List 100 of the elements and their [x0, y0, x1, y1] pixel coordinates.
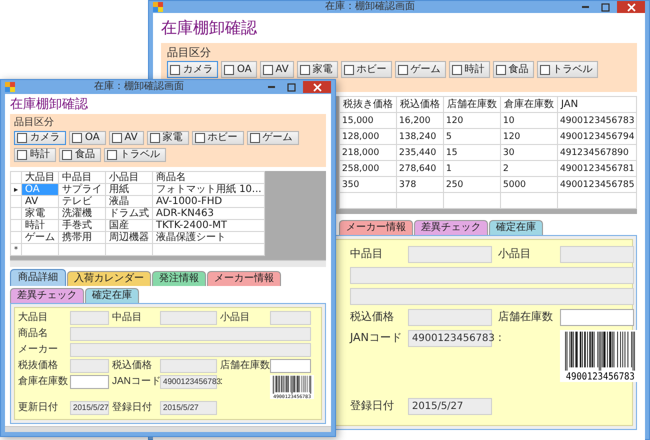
table-cell: サプライ [58, 184, 106, 196]
page-heading: 在庫棚卸確認 [161, 17, 257, 39]
category-checkbox[interactable]: 家電 [296, 61, 338, 78]
group-label: 品目区分 [14, 116, 54, 129]
field-label: JANコード [350, 330, 403, 345]
field-label: : [498, 330, 503, 345]
table-cell: 30 [500, 144, 558, 160]
category-checkbox[interactable]: ホビー [192, 131, 244, 145]
table-cell: 15 [444, 144, 500, 160]
table-cell: ドラム式 [106, 208, 153, 220]
field-label: メーカー [18, 343, 59, 356]
category-checkbox[interactable]: トラベル [536, 61, 598, 78]
field-label: JANコード [112, 375, 160, 388]
tab[interactable]: 商品詳細 [10, 269, 66, 286]
table-cell: 491234567890 [558, 144, 637, 160]
page-heading: 在庫棚卸確認 [10, 97, 88, 112]
field-label: 店舗在庫数 [220, 359, 270, 372]
table-cell: 周辺機器 [106, 232, 153, 244]
field-label: 中品目 [350, 246, 384, 261]
table-cell: 378 [396, 176, 444, 192]
window-title: 在庫：棚卸確認画面 [93, 82, 185, 92]
field-label: 更新日付 [18, 401, 59, 414]
column-header[interactable]: 中品目 [58, 172, 106, 184]
table-cell: TKTK-2400-MT [152, 220, 265, 232]
category-checkbox[interactable]: OA [69, 131, 106, 145]
table-cell: 4900123456781 [558, 160, 637, 176]
table-cell: 10 [500, 112, 558, 128]
field-label: 中品目 [112, 311, 143, 324]
category-checkbox[interactable]: 時計 [448, 61, 490, 78]
category-checkbox[interactable]: ゲーム [394, 61, 446, 78]
category-checkbox[interactable]: ゲーム [246, 131, 299, 145]
table-cell: 120 [444, 112, 500, 128]
column-header[interactable]: 税込価格 [396, 96, 444, 112]
tab[interactable]: 確定在庫 [489, 220, 543, 235]
table-cell: 家電 [22, 208, 59, 220]
text-field[interactable]: 4900123456783 [408, 330, 492, 347]
table-cell: 128,000 [340, 128, 396, 144]
category-checkbox[interactable]: 家電 [146, 131, 189, 145]
field-label: 倉庫在庫数 [18, 375, 69, 388]
category-checkbox[interactable]: AV [108, 131, 144, 145]
text-field[interactable]: 2015/5/27 [160, 401, 217, 415]
table-cell: AV [22, 196, 59, 208]
table-cell: フォトマット用紙 10... [152, 184, 265, 196]
column-header[interactable]: 小品目 [106, 172, 153, 184]
category-checkbox[interactable]: 食品 [59, 148, 101, 162]
table-cell: 携帯用 [58, 232, 106, 244]
tab[interactable]: メーカー情報 [207, 271, 281, 286]
column-header[interactable]: 店舗在庫数 [444, 96, 500, 112]
column-header[interactable]: 倉庫在庫数 [500, 96, 558, 112]
field-label: : [220, 375, 224, 388]
table-cell: AV-1000-FHD [152, 196, 265, 208]
category-checkbox[interactable]: AV [260, 61, 294, 78]
category-checkbox[interactable]: OA [221, 61, 257, 78]
table-cell: 4900123456783 [558, 112, 637, 128]
category-checkbox[interactable]: カメラ [167, 61, 218, 78]
field-label: 税込価格 [350, 309, 395, 324]
category-checkbox[interactable]: カメラ [14, 131, 66, 145]
category-checkbox[interactable]: 食品 [492, 61, 534, 78]
table-cell: 手巻式 [58, 220, 106, 232]
table-cell: 250 [444, 176, 500, 192]
column-header[interactable]: 商品名 [152, 172, 265, 184]
table-cell: 16,200 [396, 112, 444, 128]
table-cell: 洗濯機 [58, 208, 106, 220]
table-cell: 2 [500, 160, 558, 176]
tab[interactable]: 入荷カレンダー [67, 271, 151, 286]
tab[interactable]: 差異チェック [414, 220, 488, 235]
barcode-digits: 4900123456783 [566, 371, 635, 382]
table-cell: 5000 [500, 176, 558, 192]
field-label: 登録日付 [112, 401, 153, 414]
table-cell: 液晶保護シート [152, 232, 265, 244]
row-marker: * [10, 244, 22, 256]
table-cell: 5 [444, 128, 500, 144]
table-cell: 用紙 [106, 184, 153, 196]
field-label: 商品名 [18, 327, 49, 340]
tab[interactable]: メーカー情報 [339, 220, 413, 235]
text-field[interactable]: 2015/5/27 [408, 398, 492, 415]
table-cell: 218,000 [340, 144, 396, 160]
tab[interactable]: 差異チェック [10, 288, 84, 303]
table-cell: 350 [340, 176, 396, 192]
field-label: 税込価格 [112, 359, 153, 372]
window-title: 在庫：棚卸確認画面 [324, 2, 416, 12]
tab[interactable]: 確定在庫 [85, 288, 139, 303]
table-cell: 120 [500, 128, 558, 144]
category-checkbox[interactable]: トラベル [104, 148, 166, 162]
table-cell: 235,440 [396, 144, 444, 160]
category-checkbox[interactable]: ホビー [340, 61, 392, 78]
group-label: 品目区分 [167, 46, 211, 59]
column-header[interactable]: JAN [558, 96, 637, 112]
field-label: 大品目 [18, 311, 49, 324]
table-cell: 液晶 [106, 196, 153, 208]
column-header[interactable]: 税抜き価格 [340, 96, 396, 112]
table-cell: 4900123456794 [558, 128, 637, 144]
table-cell: 時計 [22, 220, 59, 232]
table-cell: テレビ [58, 196, 106, 208]
field-label: 税抜価格 [18, 359, 59, 372]
text-field[interactable]: 2015/5/27 [70, 401, 109, 415]
tab[interactable]: 発注情報 [152, 271, 206, 286]
table-cell: 138,240 [396, 128, 444, 144]
field-label: 小品目 [220, 311, 251, 324]
category-checkbox[interactable]: 時計 [14, 148, 56, 162]
